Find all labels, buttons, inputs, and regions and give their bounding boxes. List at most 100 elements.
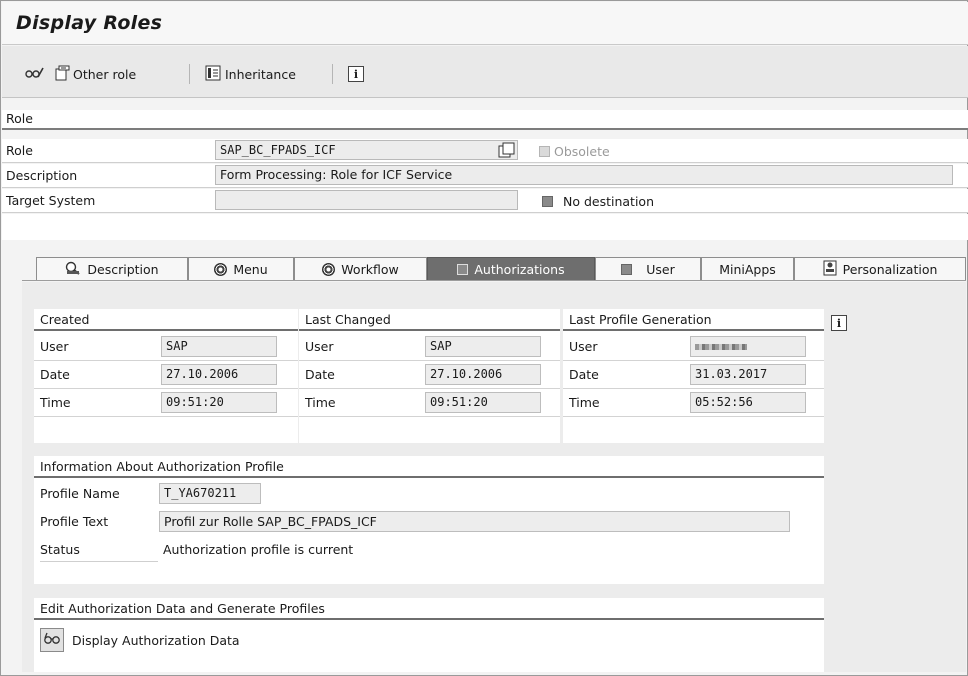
display-authorization-data-label: Display Authorization Data <box>72 633 240 648</box>
last-changed-user-label: User <box>305 339 334 354</box>
created-time-row: Time 09:51:20 <box>34 389 298 417</box>
tab-workflow-label: Workflow <box>341 261 399 277</box>
role-section-spacer <box>2 214 968 240</box>
info-button[interactable]: i <box>348 65 364 83</box>
generation-date-field[interactable]: 31.03.2017 <box>690 364 806 385</box>
display-authorization-data-button[interactable] <box>40 628 64 652</box>
profile-text-row: Profile Text Profil zur Rolle SAP_BC_FPA… <box>34 508 824 536</box>
profile-text-field[interactable]: Profil zur Rolle SAP_BC_FPADS_ICF <box>159 511 790 532</box>
created-date-field[interactable]: 27.10.2006 <box>161 364 277 385</box>
no-destination-checkbox[interactable]: No destination <box>542 194 654 209</box>
personalization-icon <box>823 260 837 279</box>
checkbox-icon <box>457 263 469 275</box>
obsolete-checkbox-icon <box>539 146 550 157</box>
tab-personalization[interactable]: Personalization <box>794 257 966 280</box>
tab-authorizations[interactable]: Authorizations <box>427 257 595 280</box>
profile-info-header: Information About Authorization Profile <box>34 456 824 478</box>
obsolete-checkbox[interactable]: Obsolete <box>539 144 610 159</box>
redacted-user-value <box>695 343 747 350</box>
obsolete-label: Obsolete <box>553 144 610 159</box>
other-object-icon <box>54 65 70 84</box>
last-changed-group: Last Changed User SAP Date 27.10.2006 Ti… <box>299 309 560 443</box>
glasses-icon <box>43 632 61 649</box>
target-icon <box>214 262 228 276</box>
page-title: Display Roles <box>16 12 163 34</box>
last-changed-user-row: User SAP <box>299 333 560 361</box>
toolbar: Other role Inheritance i <box>2 46 968 98</box>
generation-time-row: Time 05:52:56 <box>563 389 824 417</box>
created-user-label: User <box>40 339 69 354</box>
glasses-pencil-icon <box>24 65 44 84</box>
display-change-button[interactable] <box>24 65 44 83</box>
info-icon: i <box>348 66 364 82</box>
authorizations-tab-panel: Created User SAP Date 27.10.2006 Time 09… <box>22 282 966 672</box>
status-row: Status Authorization profile is current <box>34 536 824 564</box>
generation-date-label: Date <box>569 367 599 382</box>
toolbar-separator <box>189 64 190 84</box>
last-changed-time-field[interactable]: 09:51:20 <box>425 392 541 413</box>
tab-strip: Description Menu Workflow Authorizations… <box>22 257 966 281</box>
created-time-field[interactable]: 09:51:20 <box>161 392 277 413</box>
tab-user[interactable]: User <box>595 257 701 280</box>
target-system-field[interactable] <box>215 190 518 210</box>
last-profile-generation-header: Last Profile Generation <box>563 309 824 331</box>
description-icon <box>65 261 81 278</box>
created-user-row: User SAP <box>34 333 298 361</box>
tab-miniapps-label: MiniApps <box>719 261 776 277</box>
profile-name-field[interactable]: T_YA670211 <box>159 483 261 504</box>
created-date-label: Date <box>40 367 70 382</box>
generation-time-label: Time <box>569 395 600 410</box>
role-field[interactable]: SAP_BC_FPADS_ICF <box>215 140 518 160</box>
role-row: Role SAP_BC_FPADS_ICF Obsolete <box>2 139 968 163</box>
role-label: Role <box>6 143 33 158</box>
last-changed-user-field[interactable]: SAP <box>425 336 541 357</box>
edit-auth-group: Edit Authorization Data and Generate Pro… <box>34 598 824 672</box>
tab-workflow[interactable]: Workflow <box>294 257 427 280</box>
description-field[interactable]: Form Processing: Role for ICF Service <box>215 165 953 185</box>
profile-name-label: Profile Name <box>40 486 120 501</box>
last-changed-time-row: Time 09:51:20 <box>299 389 560 417</box>
generation-user-label: User <box>569 339 598 354</box>
checkbox-icon <box>621 263 633 275</box>
info-icon[interactable]: i <box>831 315 847 331</box>
target-icon <box>322 262 336 276</box>
created-time-label: Time <box>40 395 71 410</box>
profile-text-label: Profile Text <box>40 514 109 529</box>
description-row: Description Form Processing: Role for IC… <box>2 164 968 188</box>
generation-time-field[interactable]: 05:52:56 <box>690 392 806 413</box>
created-header: Created <box>34 309 298 331</box>
other-role-label: Other role <box>73 66 137 82</box>
inheritance-icon <box>205 65 221 84</box>
target-system-label: Target System <box>6 193 96 208</box>
no-destination-label: No destination <box>562 194 654 209</box>
status-value: Authorization profile is current <box>163 542 354 557</box>
last-changed-time-label: Time <box>305 395 336 410</box>
last-changed-date-field[interactable]: 27.10.2006 <box>425 364 541 385</box>
tab-description-label: Description <box>87 261 159 277</box>
last-changed-header: Last Changed <box>299 309 560 331</box>
generation-user-field[interactable] <box>690 336 806 357</box>
title-bar: Display Roles <box>2 2 968 45</box>
tab-description[interactable]: Description <box>36 257 188 280</box>
tab-menu[interactable]: Menu <box>188 257 294 280</box>
created-date-row: Date 27.10.2006 <box>34 361 298 389</box>
inheritance-label: Inheritance <box>225 66 296 82</box>
tab-personalization-label: Personalization <box>842 261 938 277</box>
status-label: Status <box>40 542 158 562</box>
tab-authorizations-label: Authorizations <box>474 261 565 277</box>
tab-miniapps[interactable]: MiniApps <box>701 257 794 280</box>
copy-icon[interactable] <box>498 142 515 162</box>
last-profile-generation-group: Last Profile Generation User Date 31.03.… <box>563 309 824 443</box>
created-group: Created User SAP Date 27.10.2006 Time 09… <box>34 309 298 443</box>
role-section-header: Role <box>2 110 968 130</box>
profile-name-row: Profile Name T_YA670211 <box>34 480 824 508</box>
other-role-button[interactable]: Other role <box>54 65 136 83</box>
edit-auth-header: Edit Authorization Data and Generate Pro… <box>34 598 824 620</box>
toolbar-separator <box>332 64 333 84</box>
inheritance-button[interactable]: Inheritance <box>205 65 296 83</box>
created-user-field[interactable]: SAP <box>161 336 277 357</box>
window-frame: Display Roles Other role Inheritance i R… <box>0 0 968 676</box>
last-changed-date-row: Date 27.10.2006 <box>299 361 560 389</box>
tab-user-label: User <box>646 261 675 277</box>
no-destination-checkbox-icon <box>542 196 553 207</box>
